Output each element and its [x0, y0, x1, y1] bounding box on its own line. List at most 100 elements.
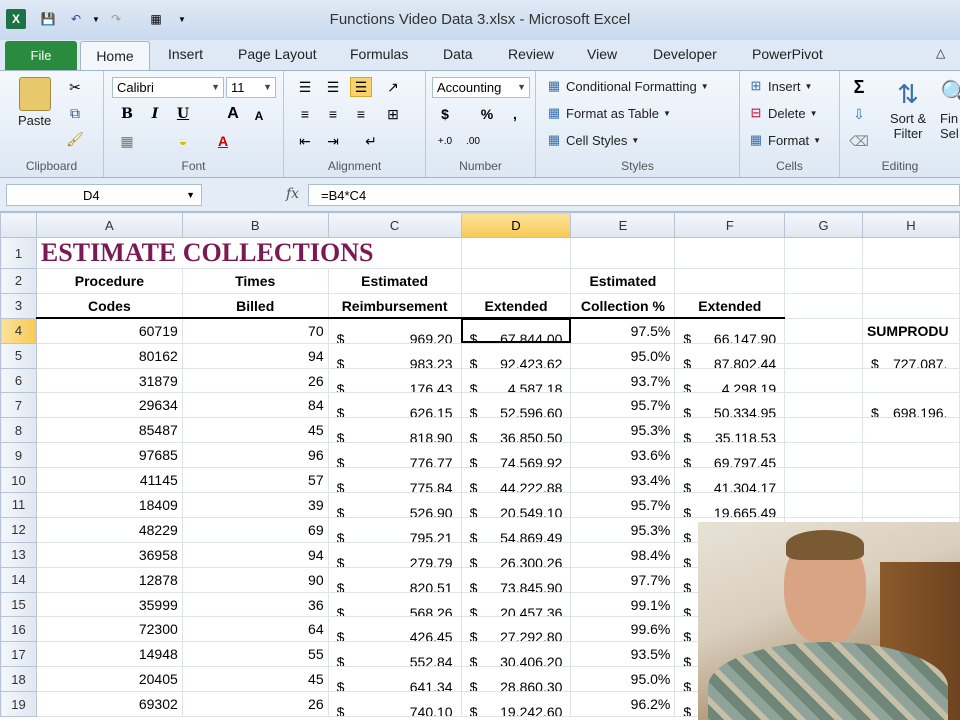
- row-header[interactable]: 12: [0, 516, 37, 543]
- font-color-button[interactable]: A: [212, 131, 234, 151]
- tab-view[interactable]: View: [587, 46, 617, 62]
- orientation-icon[interactable]: ↗: [382, 77, 404, 97]
- row-header[interactable]: 6: [0, 367, 37, 394]
- cell-times-billed[interactable]: 94: [182, 343, 329, 369]
- fill-icon[interactable]: ⇩: [848, 104, 870, 124]
- cell[interactable]: [784, 343, 863, 369]
- cell-extended[interactable]: $28,860.30: [461, 666, 572, 693]
- header-codes[interactable]: Codes: [36, 293, 183, 320]
- cell-collection-pct[interactable]: 95.7%: [570, 492, 676, 518]
- cell-times-billed[interactable]: 57: [182, 467, 329, 494]
- cell-reimbursement[interactable]: $279.79: [328, 542, 462, 568]
- cell-collection-pct[interactable]: 95.3%: [570, 417, 676, 444]
- cell-collection-pct[interactable]: 93.5%: [570, 641, 676, 668]
- cell-collection-pct[interactable]: 98.4%: [570, 542, 676, 568]
- cell-reimbursement[interactable]: $818.90: [328, 417, 462, 444]
- cell-reimbursement[interactable]: $568.26: [328, 592, 462, 618]
- cell-times-billed[interactable]: 69: [182, 517, 329, 543]
- percent-button[interactable]: %: [476, 104, 498, 124]
- cell-extended-collection[interactable]: $4,298.19: [674, 368, 786, 394]
- cell-reimbursement[interactable]: $526.90: [328, 492, 462, 518]
- font-name-select[interactable]: Calibri ▼: [112, 77, 224, 98]
- row-header[interactable]: 17: [0, 641, 37, 668]
- row-header[interactable]: 9: [0, 442, 37, 469]
- name-box[interactable]: D4 ▼: [6, 184, 202, 206]
- cell[interactable]: [862, 442, 960, 469]
- insert-button[interactable]: ⊞ Insert ▼: [748, 78, 813, 94]
- cell-extended-collection[interactable]: $87,802.44: [674, 343, 786, 369]
- cell[interactable]: [674, 268, 786, 294]
- cell[interactable]: [784, 268, 863, 294]
- column-header-g[interactable]: G: [784, 212, 863, 238]
- cell[interactable]: [784, 417, 863, 444]
- format-button[interactable]: ▦ Format ▼: [748, 132, 821, 148]
- cell[interactable]: [784, 318, 863, 344]
- column-header-a[interactable]: A: [35, 212, 183, 238]
- underline-button[interactable]: U: [172, 104, 194, 124]
- cell-procedure-code[interactable]: 35999: [36, 592, 183, 618]
- tab-review[interactable]: Review: [508, 46, 554, 62]
- cell-procedure-code[interactable]: 97685: [36, 442, 183, 469]
- cell-extended[interactable]: $30,406.20: [461, 641, 572, 668]
- row-header[interactable]: 10: [0, 467, 37, 494]
- cell[interactable]: [784, 293, 863, 319]
- cell-times-billed[interactable]: 94: [182, 542, 329, 568]
- align-left-icon[interactable]: ≡: [294, 104, 316, 124]
- tab-developer[interactable]: Developer: [653, 46, 717, 62]
- cell[interactable]: [862, 268, 960, 294]
- cell-times-billed[interactable]: 26: [182, 691, 329, 718]
- column-header-b[interactable]: B: [181, 212, 329, 238]
- header-extended[interactable]: Extended: [461, 293, 572, 320]
- cell-reimbursement[interactable]: $426.45: [328, 616, 462, 643]
- cell-procedure-code[interactable]: 69302: [36, 691, 183, 718]
- cell-reimbursement[interactable]: $969.20: [328, 318, 462, 344]
- cell-collection-pct[interactable]: 95.0%: [570, 343, 676, 369]
- header-extended-2[interactable]: Extended: [674, 293, 786, 320]
- cell-procedure-code[interactable]: 20405: [36, 666, 183, 693]
- cell-reimbursement[interactable]: $626.15: [328, 392, 462, 419]
- cell-extended[interactable]: $54,869.49: [461, 517, 572, 543]
- cell-extended[interactable]: $4,587.18: [461, 368, 572, 394]
- cell-reimbursement[interactable]: $820.51: [328, 567, 462, 593]
- tab-file[interactable]: File: [5, 41, 77, 70]
- cell-extended[interactable]: $52,596.60: [461, 392, 572, 419]
- cell-extended[interactable]: $20,457.36: [461, 592, 572, 618]
- cell[interactable]: [570, 237, 676, 269]
- cell-styles-button[interactable]: ▦ Cell Styles ▼: [546, 132, 640, 148]
- cell[interactable]: [461, 268, 572, 294]
- cell-procedure-code[interactable]: 29634: [36, 392, 183, 419]
- grow-font-button[interactable]: A: [222, 104, 244, 124]
- cell-procedure-code[interactable]: 36958: [36, 542, 183, 568]
- cell-times-billed[interactable]: 36: [182, 592, 329, 618]
- cell[interactable]: [862, 492, 960, 518]
- cell-procedure-code[interactable]: 80162: [36, 343, 183, 369]
- cell[interactable]: [784, 392, 863, 419]
- row-header[interactable]: 2: [0, 268, 37, 294]
- format-as-table-button[interactable]: ▦ Format as Table ▼: [546, 105, 671, 121]
- decrease-decimal-icon[interactable]: .00: [462, 131, 484, 151]
- wrap-text-icon[interactable]: ↵: [360, 131, 382, 151]
- column-header-c[interactable]: C: [327, 212, 462, 238]
- shrink-font-button[interactable]: A: [248, 106, 270, 126]
- cell-extended-collection[interactable]: $35,118.53: [674, 417, 786, 444]
- cell-procedure-code[interactable]: 41145: [36, 467, 183, 494]
- row-header[interactable]: 7: [0, 392, 37, 419]
- clear-icon[interactable]: ⌫: [848, 131, 870, 151]
- cell-collection-pct[interactable]: 99.6%: [570, 616, 676, 643]
- cell-extended[interactable]: $92,423.62: [461, 343, 572, 369]
- header-reimbursement[interactable]: Reimbursement: [328, 293, 462, 320]
- cell-times-billed[interactable]: 26: [182, 368, 329, 394]
- cell-times-billed[interactable]: 64: [182, 616, 329, 643]
- align-center-icon[interactable]: ≡: [322, 104, 344, 124]
- sort-filter-button[interactable]: ⇅ Sort & Filter: [890, 77, 926, 141]
- cell-reimbursement[interactable]: $740.10: [328, 691, 462, 718]
- cell-times-billed[interactable]: 45: [182, 666, 329, 693]
- row-header[interactable]: 19: [0, 691, 37, 718]
- cell-reimbursement[interactable]: $641.34: [328, 666, 462, 693]
- column-header-h[interactable]: H: [861, 212, 960, 238]
- cell-collection-pct[interactable]: 95.3%: [570, 517, 676, 543]
- row-header[interactable]: 13: [0, 541, 37, 568]
- header-times[interactable]: Times: [182, 268, 329, 294]
- autosum-button[interactable]: Σ: [848, 77, 870, 97]
- tab-powerpivot[interactable]: PowerPivot: [752, 46, 823, 62]
